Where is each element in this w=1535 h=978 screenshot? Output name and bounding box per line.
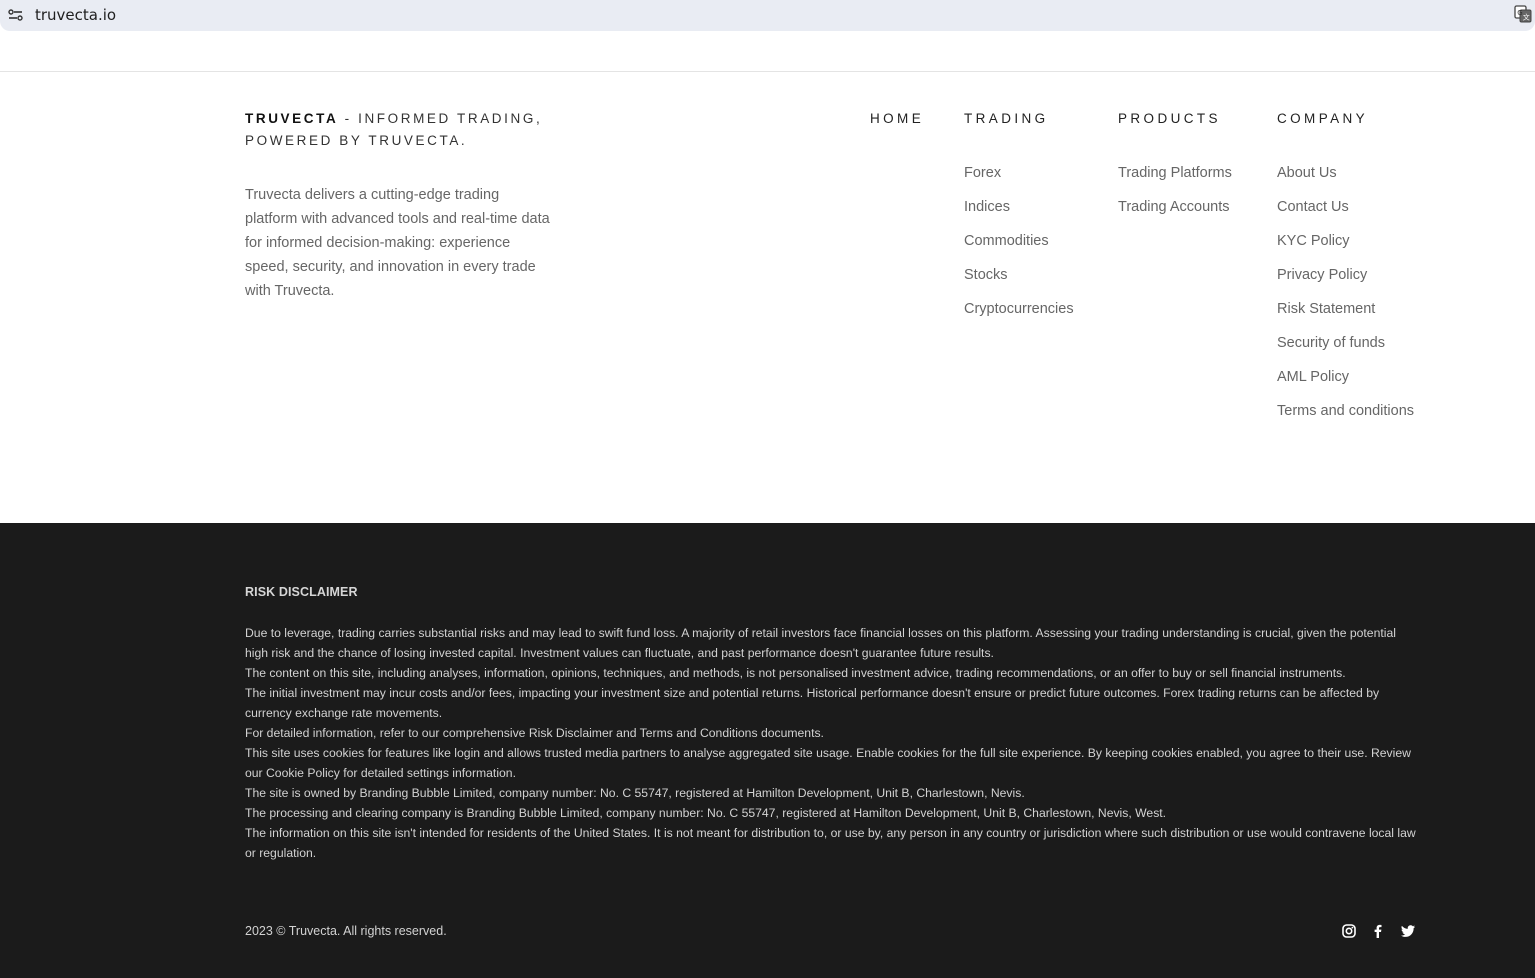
disclaimer-paragraph: The site is owned by Branding Bubble Lim…: [245, 786, 1025, 800]
nav-link-terms-and-conditions[interactable]: Terms and conditions: [1277, 400, 1414, 434]
brand-description: Truvecta delivers a cutting-edge trading…: [245, 187, 550, 299]
nav-heading-company: COMPANY: [1277, 111, 1369, 126]
nav-link-about-us[interactable]: About Us: [1277, 162, 1414, 196]
copyright-text: 2023 © Truvecta. All rights reserved.: [245, 924, 447, 938]
nav-link-kyc-policy[interactable]: KYC Policy: [1277, 230, 1414, 264]
nav-link-trading-accounts[interactable]: Trading Accounts: [1118, 196, 1232, 230]
nav-link-privacy-policy[interactable]: Privacy Policy: [1277, 264, 1414, 298]
nav-column-trading: TRADING Forex Indices Commodities Stocks…: [964, 108, 1074, 332]
disclaimer-paragraph: The initial investment may incur costs a…: [245, 686, 1380, 720]
risk-disclaimer-title: RISK DISCLAIMER: [245, 585, 358, 599]
nav-links-products: Trading Platforms Trading Accounts: [1118, 162, 1232, 230]
risk-disclaimer-section: RISK DISCLAIMER Due to leverage, trading…: [0, 523, 1535, 978]
nav-link-forex[interactable]: Forex: [964, 162, 1074, 196]
nav-heading-home[interactable]: HOME: [870, 108, 924, 130]
nav-link-security-of-funds[interactable]: Security of funds: [1277, 332, 1414, 366]
disclaimer-paragraph: For detailed information, refer to our c…: [245, 726, 824, 740]
nav-column-company: COMPANY About Us Contact Us KYC Policy P…: [1277, 108, 1414, 434]
translate-icon[interactable]: G 文: [1514, 5, 1532, 23]
nav-heading-trading: TRADING: [964, 111, 1049, 126]
nav-link-contact-us[interactable]: Contact Us: [1277, 196, 1414, 230]
disclaimer-paragraph: The content on this site, including anal…: [245, 666, 1346, 680]
disclaimer-paragraph: The information on this site isn't inten…: [245, 826, 1416, 860]
nav-link-trading-platforms[interactable]: Trading Platforms: [1118, 162, 1232, 196]
tune-icon[interactable]: [8, 8, 23, 22]
nav-links-company: About Us Contact Us KYC Policy Privacy P…: [1277, 162, 1414, 434]
nav-link-cryptocurrencies[interactable]: Cryptocurrencies: [964, 298, 1074, 332]
twitter-icon[interactable]: [1400, 923, 1416, 939]
nav-link-stocks[interactable]: Stocks: [964, 264, 1074, 298]
nav-column-products: PRODUCTS Trading Platforms Trading Accou…: [1118, 108, 1232, 230]
nav-heading-products: PRODUCTS: [1118, 111, 1221, 126]
nav-link-indices[interactable]: Indices: [964, 196, 1074, 230]
disclaimer-paragraph: Due to leverage, trading carries substan…: [245, 626, 1396, 660]
header-divider: [0, 71, 1535, 72]
svg-text:文: 文: [1523, 13, 1530, 22]
brand-name: TRUVECTA: [245, 111, 339, 126]
nav-link-aml-policy[interactable]: AML Policy: [1277, 366, 1414, 400]
facebook-icon[interactable]: [1370, 923, 1386, 939]
nav-link-risk-statement[interactable]: Risk Statement: [1277, 298, 1414, 332]
brand-tagline: TRUVECTA - INFORMED TRADING, POWERED BY …: [245, 108, 565, 152]
url-text[interactable]: truvecta.io: [35, 6, 116, 24]
disclaimer-paragraph: The processing and clearing company is B…: [245, 806, 1167, 820]
nav-links-trading: Forex Indices Commodities Stocks Cryptoc…: [964, 162, 1074, 332]
disclaimer-paragraph: This site uses cookies for features like…: [245, 746, 1411, 780]
nav-link-commodities[interactable]: Commodities: [964, 230, 1074, 264]
instagram-icon[interactable]: [1341, 923, 1357, 939]
risk-disclaimer-body: Due to leverage, trading carries substan…: [245, 623, 1417, 863]
browser-address-bar: truvecta.io G 文: [0, 0, 1535, 31]
nav-column-home: HOME: [870, 108, 924, 130]
